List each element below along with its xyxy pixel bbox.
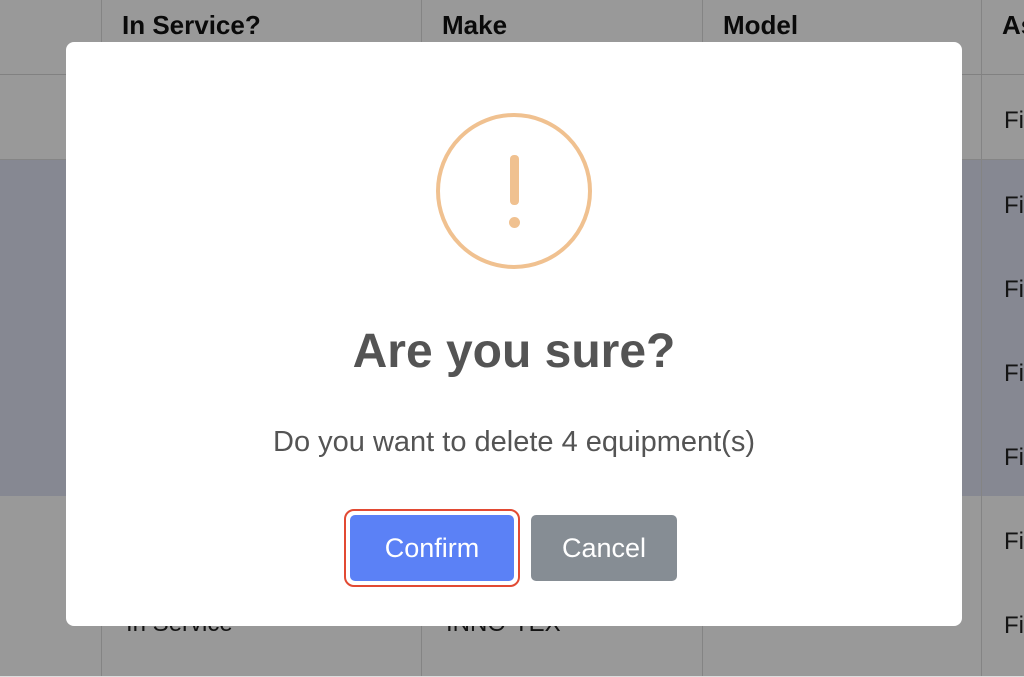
warning-icon-bar [510,155,519,205]
dialog-title: Are you sure? [352,325,676,378]
dialog-message: Do you want to delete 4 equipment(s) [273,426,755,458]
warning-icon-dot [509,217,520,228]
cancel-button[interactable]: Cancel [531,515,677,581]
warning-icon [436,113,592,269]
confirm-button[interactable]: Confirm [350,515,514,581]
confirm-delete-dialog: Are you sure? Do you want to delete 4 eq… [66,42,962,626]
